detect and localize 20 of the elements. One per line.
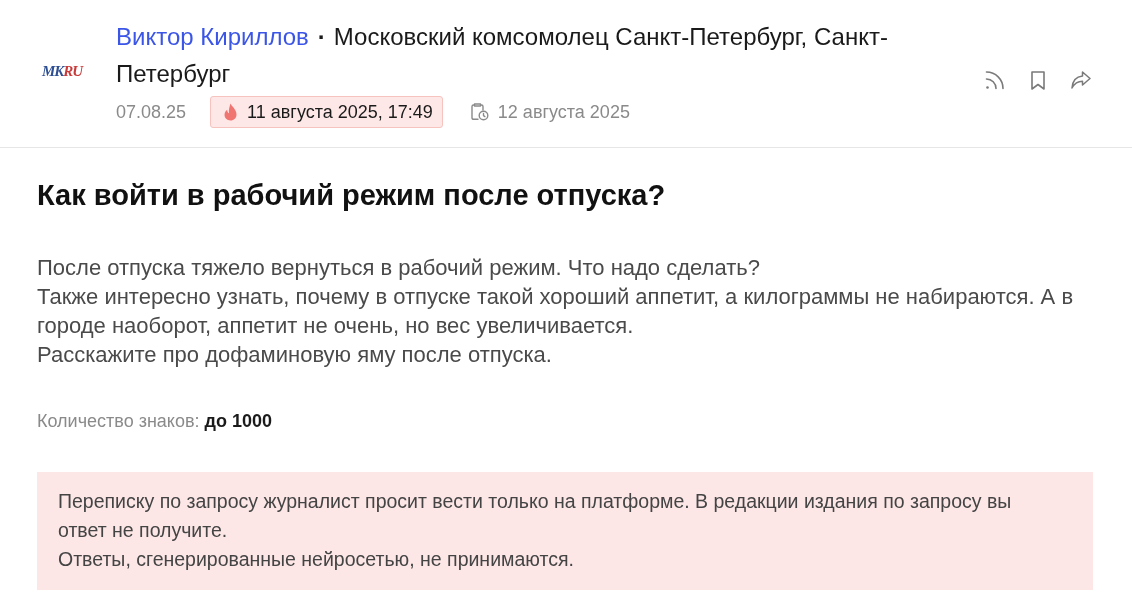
notice-text: Переписку по запросу журналист просит вести только на платформе. В редакции издания по запросу вы ответ не получите. xyxy=(58,489,1013,543)
question-text: Расскажите про дофаминовую яму после отпуска. xyxy=(37,341,553,369)
share-button[interactable] xyxy=(1070,69,1092,91)
clipboard-clock-icon xyxy=(470,103,489,121)
question-title: Как войти в рабочий режим после отпуска? xyxy=(37,178,667,213)
question-text: Также интересно узнать, почему в отпуске такой хороший аппетит, а килограммы не набираются. А в городе наоборот, аппетит не очень, но вес увеличивается. xyxy=(37,283,1075,340)
deadline-date: 11 августа 2025, 17:49 xyxy=(247,101,433,123)
share-icon xyxy=(1071,71,1091,89)
rss-icon xyxy=(985,70,1005,90)
notice-text: Ответы, сгенерированные нейросетью, не принимаются. xyxy=(58,547,575,572)
question-text: После отпуска тяжело вернуться в рабочий режим. Что надо сделать? xyxy=(37,254,761,282)
rss-button[interactable] xyxy=(984,69,1006,91)
byline-text: Виктор Кириллов · Московский комсомолец Санкт-Петербург, Санкт-Петербург xyxy=(116,22,889,89)
author-link[interactable]: Виктор Кириллов xyxy=(116,23,309,50)
published-date: 07.08.25 xyxy=(116,101,187,123)
bookmark-icon xyxy=(1031,70,1045,90)
flame-icon xyxy=(224,103,238,121)
char-limit-text: Количество знаков: до 1000 xyxy=(37,410,273,432)
updated-date: 12 августа 2025 xyxy=(497,101,630,123)
outlet-logo[interactable]: MKRU xyxy=(42,63,96,80)
